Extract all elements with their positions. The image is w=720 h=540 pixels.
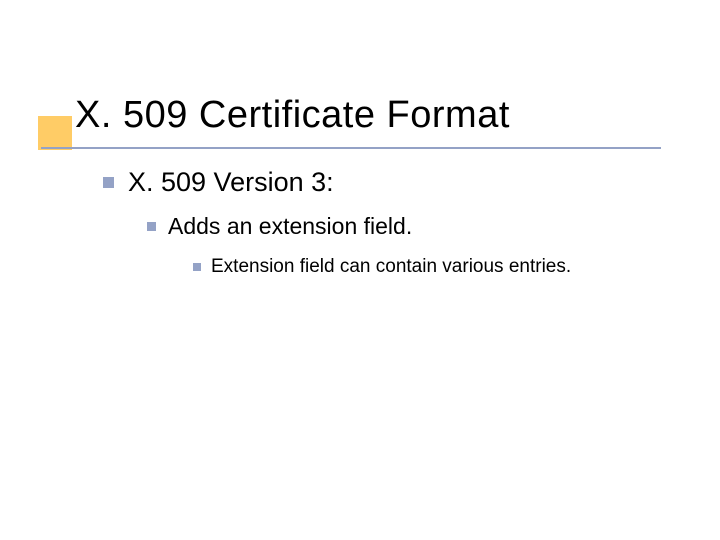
square-bullet-icon xyxy=(193,263,201,271)
bullet-level-2: Adds an extension field. xyxy=(147,213,412,240)
square-bullet-icon xyxy=(147,222,156,231)
title-underline xyxy=(41,147,661,149)
bullet-level-3-text: Extension field can contain various entr… xyxy=(211,256,571,278)
slide: X. 509 Certificate Format X. 509 Version… xyxy=(0,0,720,540)
bullet-level-2-text: Adds an extension field. xyxy=(168,213,412,240)
bullet-level-1-text: X. 509 Version 3: xyxy=(128,167,334,198)
bullet-level-1: X. 509 Version 3: xyxy=(103,167,334,198)
slide-title: X. 509 Certificate Format xyxy=(75,94,510,137)
bullet-level-3: Extension field can contain various entr… xyxy=(193,256,571,278)
title-accent-block xyxy=(38,116,72,150)
square-bullet-icon xyxy=(103,177,114,188)
